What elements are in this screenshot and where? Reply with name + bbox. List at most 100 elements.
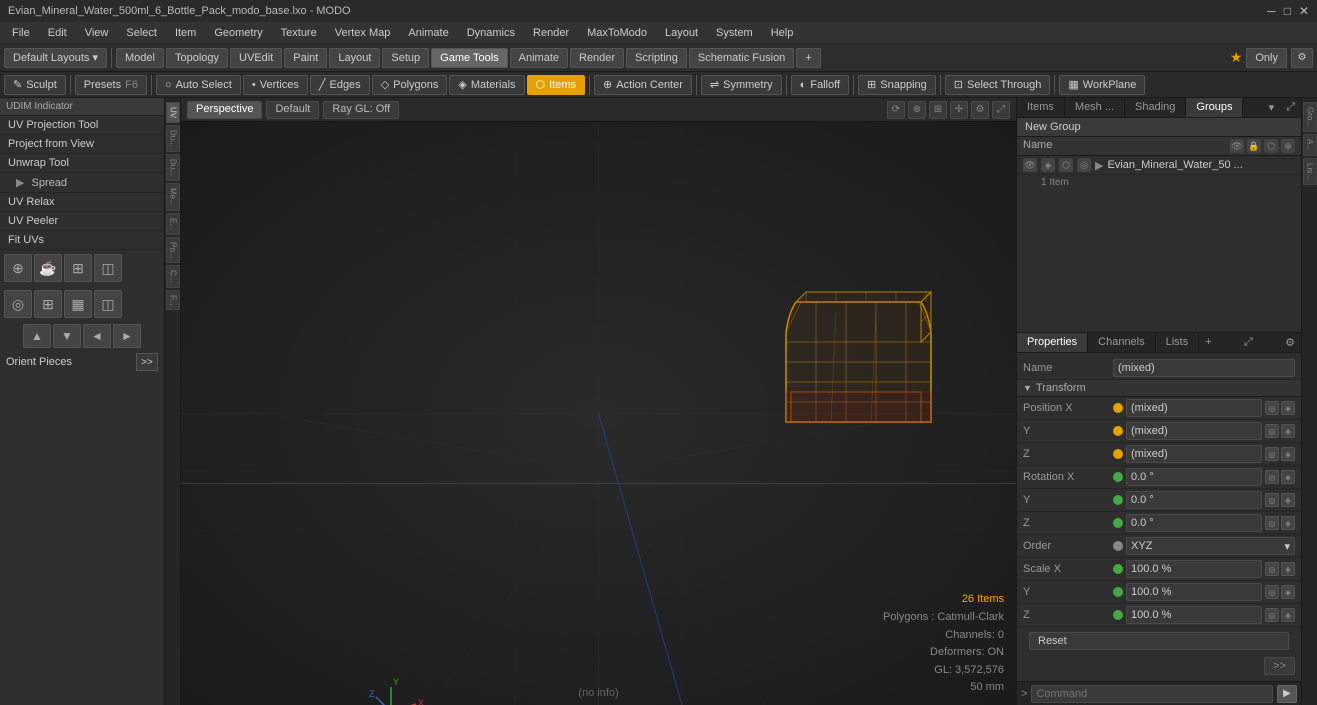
prop-name-field[interactable]: (mixed) — [1113, 359, 1295, 377]
prop-pos-x-field[interactable]: (mixed) — [1126, 399, 1262, 417]
tool-spread[interactable]: ▶ Spread — [0, 173, 164, 193]
prop-scale-x-field[interactable]: 100.0 % — [1126, 560, 1262, 578]
vp-icon-settings[interactable]: ⚙ — [971, 101, 989, 119]
tool-grid-btn-6[interactable]: ⊞ — [34, 290, 62, 318]
command-input[interactable] — [1031, 685, 1273, 703]
item-row-evian[interactable]: 👁 ◈ ⬡ ◎ ▶ Evian_Mineral_Water_50 ... — [1017, 156, 1301, 175]
menu-edit[interactable]: Edit — [40, 25, 75, 41]
strip-a-btn[interactable]: A... — [1303, 134, 1317, 156]
menu-render[interactable]: Render — [525, 25, 577, 41]
right-top-expand[interactable]: ⤢ — [1280, 98, 1301, 117]
menu-vertex-map[interactable]: Vertex Map — [327, 25, 399, 41]
snapping-btn[interactable]: ⊞ Snapping — [858, 75, 936, 95]
menu-maxtomodo[interactable]: MaxToModo — [579, 25, 655, 41]
prop-rot-x-key[interactable]: ◈ — [1281, 470, 1295, 484]
prop-scale-z-field[interactable]: 100.0 % — [1126, 606, 1262, 624]
arrow-left-btn[interactable]: ◄ — [83, 324, 111, 348]
prop-scale-y-field[interactable]: 100.0 % — [1126, 583, 1262, 601]
tab-render[interactable]: Render — [570, 48, 624, 68]
item-mesh-toggle[interactable]: ⬡ — [1059, 158, 1073, 172]
edges-btn[interactable]: ╱ Edges — [310, 75, 370, 95]
vp-icon-camera[interactable]: ⊕ — [908, 101, 926, 119]
workplane-btn[interactable]: ▦ WorkPlane — [1059, 75, 1145, 95]
menu-geometry[interactable]: Geometry — [206, 25, 270, 41]
strip-f-btn[interactable]: F... — [166, 290, 180, 311]
tab-mesh[interactable]: Mesh ... — [1065, 98, 1125, 117]
action-center-btn[interactable]: ⊕ Action Center — [594, 75, 692, 95]
right-bottom-expand[interactable]: ⤢ — [1238, 333, 1259, 352]
symmetry-btn[interactable]: ⇌ Symmetry — [701, 75, 782, 95]
prop-pos-y-link[interactable]: ◎ — [1265, 424, 1279, 438]
strip-list-btn[interactable]: Lis... — [1303, 158, 1317, 185]
close-btn[interactable]: ✕ — [1299, 4, 1309, 18]
viewport-canvas[interactable]: X Y Z 26 Items Polygons : Catmull-Clark … — [181, 122, 1016, 705]
command-run-btn[interactable]: ▶ — [1277, 685, 1297, 703]
prop-pos-z-key[interactable]: ◈ — [1281, 447, 1295, 461]
prop-rot-y-key[interactable]: ◈ — [1281, 493, 1295, 507]
prop-pos-y-field[interactable]: (mixed) — [1126, 422, 1262, 440]
arrow-up-btn[interactable]: ▲ — [23, 324, 51, 348]
new-group-btn[interactable]: New Group — [1017, 118, 1301, 137]
vp-default-btn[interactable]: Default — [266, 101, 319, 119]
layout-dropdown[interactable]: Default Layouts ▾ — [4, 48, 107, 68]
reset-btn[interactable]: Reset — [1029, 632, 1289, 650]
select-through-btn[interactable]: ⊡ Select Through — [945, 75, 1051, 95]
menu-view[interactable]: View — [77, 25, 117, 41]
maximize-btn[interactable]: □ — [1284, 4, 1291, 18]
tab-properties[interactable]: Properties — [1017, 333, 1088, 352]
tool-uv-peeler[interactable]: UV Peeler — [0, 212, 164, 231]
strip-du1-btn[interactable]: Du... — [166, 125, 180, 152]
menu-animate[interactable]: Animate — [400, 25, 456, 41]
add-tab-btn[interactable]: + — [796, 48, 820, 68]
right-bottom-settings[interactable]: ⚙ — [1279, 333, 1301, 352]
tool-uv-relax[interactable]: UV Relax — [0, 193, 164, 212]
minimize-btn[interactable]: ─ — [1267, 4, 1276, 18]
strip-gro-btn[interactable]: Gro... — [1303, 102, 1317, 132]
presets-btn[interactable]: Presets F6 — [75, 75, 147, 95]
tab-schematic[interactable]: Schematic Fusion — [689, 48, 794, 68]
prop-pos-x-link[interactable]: ◎ — [1265, 401, 1279, 415]
tool-grid-btn-1[interactable]: ⊕ — [4, 254, 32, 282]
prop-scale-y-link[interactable]: ◎ — [1265, 585, 1279, 599]
add-tab-btn[interactable]: + — [1199, 333, 1217, 352]
tab-layout[interactable]: Layout — [329, 48, 380, 68]
prop-pos-z-field[interactable]: (mixed) — [1126, 445, 1262, 463]
menu-texture[interactable]: Texture — [273, 25, 325, 41]
strip-uv-btn[interactable]: UV — [166, 102, 180, 123]
tool-grid-btn-8[interactable]: ◫ — [94, 290, 122, 318]
prop-pos-x-key[interactable]: ◈ — [1281, 401, 1295, 415]
prop-rot-x-link[interactable]: ◎ — [1265, 470, 1279, 484]
tab-animate[interactable]: Animate — [510, 48, 568, 68]
auto-select-btn[interactable]: ○ Auto Select — [156, 75, 241, 95]
col-icon-plus[interactable]: ⊕ — [1281, 139, 1295, 153]
tool-unwrap[interactable]: Unwrap Tool — [0, 154, 164, 173]
col-icon-mesh[interactable]: ⬡ — [1264, 139, 1278, 153]
tab-topology[interactable]: Topology — [166, 48, 228, 68]
prop-rot-y-link[interactable]: ◎ — [1265, 493, 1279, 507]
col-icon-eye[interactable]: 👁 — [1230, 139, 1244, 153]
props-expand-btn[interactable]: >> — [1264, 657, 1295, 675]
vp-icon-rotate[interactable]: ⟳ — [887, 101, 905, 119]
prop-rot-z-field[interactable]: 0.0 ° — [1126, 514, 1262, 532]
vertices-btn[interactable]: • Vertices — [243, 75, 308, 95]
menu-select[interactable]: Select — [118, 25, 165, 41]
prop-order-dropdown[interactable]: XYZ ▾ — [1126, 537, 1295, 555]
menu-dynamics[interactable]: Dynamics — [459, 25, 523, 41]
prop-scale-x-link[interactable]: ◎ — [1265, 562, 1279, 576]
transform-section[interactable]: ▼ Transform — [1017, 380, 1301, 397]
tab-more[interactable]: ▾ — [1263, 98, 1281, 117]
falloff-btn[interactable]: ◐ Falloff — [791, 75, 849, 95]
tool-grid-btn-7[interactable]: ▦ — [64, 290, 92, 318]
vp-icon-zoom[interactable]: ⊞ — [929, 101, 947, 119]
prop-rot-z-key[interactable]: ◈ — [1281, 516, 1295, 530]
sculpt-mode-btn[interactable]: ✎ Sculpt — [4, 75, 66, 95]
prop-scale-y-key[interactable]: ◈ — [1281, 585, 1295, 599]
tab-channels[interactable]: Channels — [1088, 333, 1155, 352]
arrow-down-btn[interactable]: ▼ — [53, 324, 81, 348]
strip-c-btn[interactable]: C... — [166, 265, 180, 287]
menu-item[interactable]: Item — [167, 25, 204, 41]
tab-scripting[interactable]: Scripting — [626, 48, 687, 68]
strip-du2-btn[interactable]: Du... — [166, 154, 180, 181]
tab-groups[interactable]: Groups — [1186, 98, 1243, 117]
tool-grid-btn-2[interactable]: ☕ — [34, 254, 62, 282]
